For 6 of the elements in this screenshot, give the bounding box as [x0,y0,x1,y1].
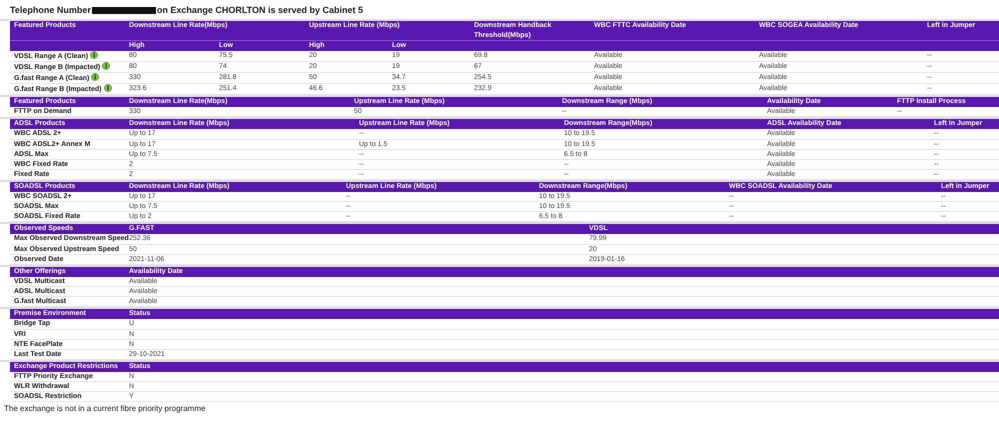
title-text: Telephone Number [10,4,91,17]
title-text: on Exchange CHORLTON is served by Cabinet 5 [156,4,364,17]
info-icon[interactable] [104,84,112,92]
info-icon[interactable] [91,72,100,80]
info-icon[interactable] [90,50,98,58]
footer-note: The exchange is not in a current fibre priority programme [3,403,206,415]
